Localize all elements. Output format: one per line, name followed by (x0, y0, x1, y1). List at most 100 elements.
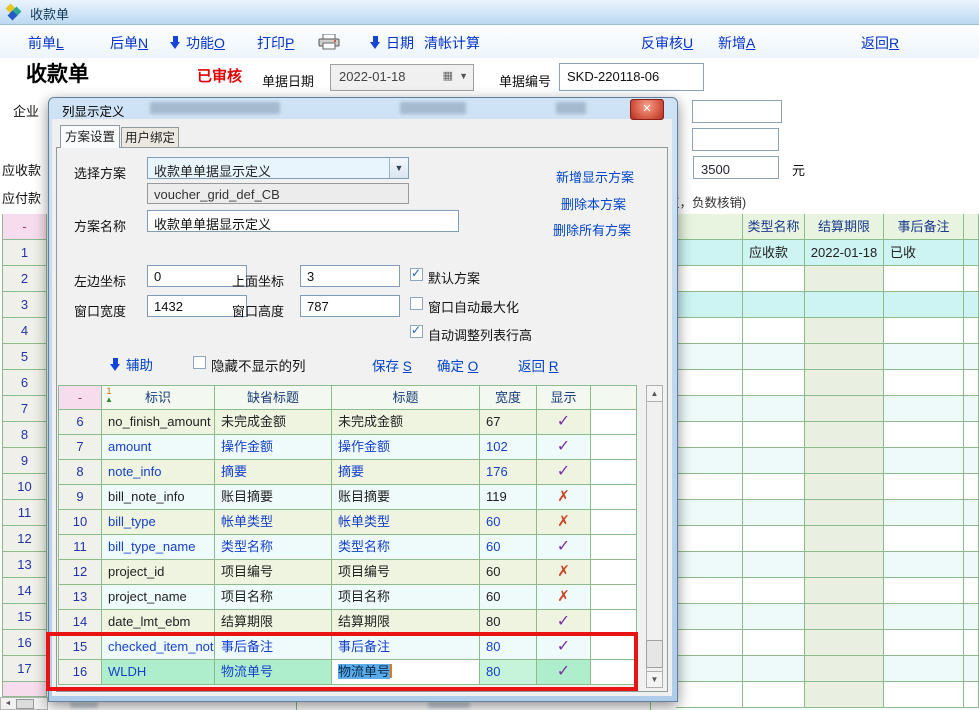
cell-id[interactable]: bill_type_name (102, 535, 215, 560)
cell-show[interactable]: ✗ (537, 485, 591, 510)
current-row-indicator[interactable] (2, 682, 47, 697)
cell-title[interactable]: 物流单号 (332, 660, 480, 685)
cell-title[interactable]: 帐单类型 (332, 510, 480, 535)
cell-id[interactable]: WLDH (102, 660, 215, 685)
cell-title[interactable]: 操作金额 (332, 435, 480, 460)
background-grid-row[interactable] (676, 552, 979, 578)
cell-show[interactable]: ✓ (537, 535, 591, 560)
bg-input-2[interactable] (692, 128, 779, 151)
background-col-header[interactable]: 类型名称 (743, 214, 805, 240)
cell-id[interactable]: note_info (102, 460, 215, 485)
cell-title[interactable]: 账目摘要 (332, 485, 480, 510)
cell-width[interactable]: 176 (480, 460, 537, 485)
background-col-header[interactable] (964, 214, 979, 240)
printer-icon[interactable] (318, 34, 340, 53)
aux-menu-button[interactable]: 辅助 (110, 354, 153, 374)
background-grid-row[interactable] (676, 422, 979, 448)
window-height-input[interactable]: 787 (300, 295, 400, 317)
dialog-grid-row[interactable]: 8note_info摘要摘要176✓ (58, 460, 637, 485)
cell-default-title[interactable]: 结算期限 (215, 610, 332, 635)
row-number-cell[interactable]: 17 (2, 656, 47, 682)
cell-title[interactable]: 事后备注 (332, 635, 480, 660)
background-grid-row[interactable] (676, 396, 979, 422)
cell-id[interactable]: bill_note_info (102, 485, 215, 510)
scroll-up-icon[interactable]: ▲ (646, 385, 663, 402)
date-menu-button[interactable]: 日期 (370, 33, 414, 53)
cell-default-title[interactable]: 操作金额 (215, 435, 332, 460)
cell-row-number[interactable]: 16 (58, 660, 102, 685)
cell-row-number[interactable]: 6 (58, 410, 102, 435)
row-number-cell[interactable]: 9 (2, 448, 47, 474)
row-number-cell[interactable]: 6 (2, 370, 47, 396)
cell-id[interactable]: bill_type (102, 510, 215, 535)
cell-default-title[interactable]: 项目名称 (215, 585, 332, 610)
row-number-cell[interactable]: 4 (2, 318, 47, 344)
add-scheme-link[interactable]: 新增显示方案 (556, 167, 634, 186)
cell-row-number[interactable]: 9 (58, 485, 102, 510)
background-grid-row[interactable] (676, 448, 979, 474)
cell-show[interactable]: ✓ (537, 610, 591, 635)
cell-default-title[interactable]: 摘要 (215, 460, 332, 485)
delete-scheme-link[interactable]: 删除本方案 (561, 194, 626, 213)
cell-row-number[interactable]: 8 (58, 460, 102, 485)
background-grid-row[interactable] (676, 526, 979, 552)
cell-width[interactable]: 80 (480, 610, 537, 635)
background-grid-row[interactable] (676, 318, 979, 344)
prev-doc-button[interactable]: 前单L (28, 33, 64, 53)
close-icon[interactable]: ✕ (630, 99, 664, 120)
cell-width[interactable]: 60 (480, 510, 537, 535)
auto-maximize-checkbox[interactable] (410, 297, 423, 310)
row-number-cell[interactable]: 15 (2, 604, 47, 630)
row-number-cell[interactable]: 10 (2, 474, 47, 500)
background-col-header[interactable]: 结算期限 (805, 214, 884, 240)
row-number-cell[interactable]: 7 (2, 396, 47, 422)
unaudit-button[interactable]: 反审核U (641, 33, 693, 53)
bg-input-1[interactable] (692, 100, 782, 123)
cell-show[interactable]: ✗ (537, 560, 591, 585)
dialog-grid-row[interactable]: 16WLDH物流单号物流单号80✓ (58, 660, 637, 685)
cell-id[interactable]: project_id (102, 560, 215, 585)
return-button[interactable]: 返回R (861, 33, 899, 53)
cell-row-number[interactable]: 14 (58, 610, 102, 635)
chevron-down-icon[interactable]: ▼ (389, 158, 408, 178)
cell-row-number[interactable]: 13 (58, 585, 102, 610)
cell-row-number[interactable]: 10 (58, 510, 102, 535)
scroll-down-icon[interactable]: ▼ (646, 671, 663, 688)
cell-default-title[interactable]: 未完成金额 (215, 410, 332, 435)
cell-width[interactable]: 80 (480, 660, 537, 685)
doc-no-input[interactable]: SKD-220118-06 (559, 63, 704, 91)
background-grid-row[interactable] (676, 370, 979, 396)
cell-show[interactable]: ✓ (537, 410, 591, 435)
row-number-cell[interactable]: 12 (2, 526, 47, 552)
background-grid-row[interactable]: 应收款2022-01-18已收 (676, 240, 979, 266)
ok-button[interactable]: 确定 O (437, 355, 478, 375)
cell-row-number[interactable]: 15 (58, 635, 102, 660)
cell-title[interactable]: 摘要 (332, 460, 480, 485)
row-number-cell[interactable]: 14 (2, 578, 47, 604)
cell-width[interactable]: 60 (480, 585, 537, 610)
cell-id[interactable]: no_finish_amount (102, 410, 215, 435)
dialog-grid-row[interactable]: 10bill_type帐单类型帐单类型60✗ (58, 510, 637, 535)
cell-default-title[interactable]: 类型名称 (215, 535, 332, 560)
cell-title[interactable]: 结算期限 (332, 610, 480, 635)
cell-width[interactable]: 60 (480, 560, 537, 585)
row-number-cell[interactable]: 8 (2, 422, 47, 448)
horizontal-scrollbar[interactable]: ◄ (0, 697, 48, 710)
cell-default-title[interactable]: 项目编号 (215, 560, 332, 585)
cell-id[interactable]: date_lmt_ebm (102, 610, 215, 635)
cell-width[interactable]: 102 (480, 435, 537, 460)
background-grid-row[interactable] (676, 604, 979, 630)
background-grid-row[interactable] (676, 630, 979, 656)
scheme-combobox[interactable]: 收款单单据显示定义 ▼ (147, 157, 409, 179)
amount-input[interactable]: 3500 (693, 156, 779, 179)
cell-show[interactable]: ✓ (537, 635, 591, 660)
dialog-return-button[interactable]: 返回 R (518, 355, 559, 375)
cell-width[interactable]: 80 (480, 635, 537, 660)
background-grid-row[interactable] (676, 500, 979, 526)
dialog-grid-row[interactable]: 7amount操作金额操作金额102✓ (58, 435, 637, 460)
background-grid-row[interactable] (676, 656, 979, 682)
cell-width[interactable]: 60 (480, 535, 537, 560)
cell-id[interactable]: amount (102, 435, 215, 460)
functions-menu-button[interactable]: 功能O (170, 33, 225, 53)
add-new-button[interactable]: 新增A (718, 33, 755, 53)
